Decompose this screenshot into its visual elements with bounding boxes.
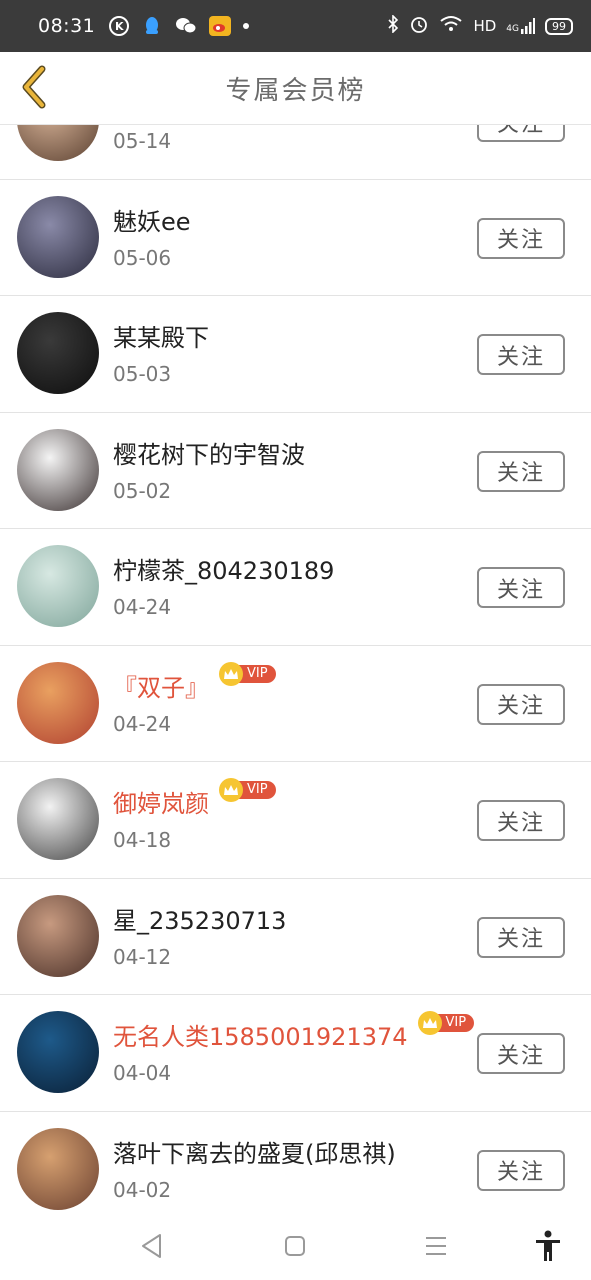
nav-accessibility-button[interactable] [532, 1230, 564, 1262]
k-app-icon: K [109, 16, 130, 36]
weibo-icon [209, 15, 232, 37]
member-row[interactable]: 星_235230713 04-12 关注 [0, 879, 591, 995]
follow-button[interactable]: 关注 [477, 916, 565, 958]
member-name[interactable]: 无名人类1585001921374 VIP [113, 1011, 475, 1052]
member-row[interactable]: 某某殿下 05-03 关注 [0, 296, 591, 413]
chevron-left-icon [22, 65, 46, 109]
member-name-text: 落叶下离去的盛夏(邱思祺) [113, 1139, 396, 1168]
status-bar: 08:31 K HD 4G 99 [0, 0, 591, 52]
member-name[interactable]: 落叶下离去的盛夏(邱思祺) [113, 1134, 396, 1169]
member-date: 04-12 [113, 944, 172, 969]
member-date: 04-18 [113, 828, 172, 852]
wechat-icon [175, 15, 197, 37]
crown-icon [219, 778, 243, 802]
member-row[interactable]: 柠檬茶_804230189 04-24 关注 [0, 529, 591, 646]
avatar[interactable] [17, 1127, 99, 1210]
network-type: HD [473, 17, 497, 35]
member-date: 04-02 [113, 1177, 172, 1202]
follow-button[interactable]: 关注 [477, 334, 565, 375]
member-name-text: 『双子』 [113, 673, 209, 702]
page-title: 专属会员榜 [225, 75, 366, 106]
vip-badge: VIP [219, 778, 276, 802]
avatar[interactable] [17, 661, 99, 744]
avatar[interactable] [17, 778, 99, 860]
avatar[interactable] [17, 894, 99, 977]
wifi-icon [439, 15, 463, 37]
member-name[interactable]: 樱花树下的宇智波 [113, 435, 305, 470]
crown-icon [417, 1011, 442, 1035]
battery-icon: 99 [545, 17, 573, 35]
member-name-text: 某某殿下 [113, 324, 209, 352]
follow-button[interactable]: 关注 [477, 1149, 565, 1191]
nav-back-button[interactable] [136, 1230, 168, 1262]
member-name-text: 柠檬茶_804230189 [113, 557, 335, 585]
system-status-icons: HD 4G 99 [387, 14, 573, 38]
signal-icon: 4G [506, 18, 535, 34]
avatar[interactable] [17, 125, 99, 161]
avatar[interactable] [17, 428, 99, 511]
notification-icons: K [109, 15, 250, 37]
member-name[interactable]: 魅妖ee [113, 202, 191, 237]
triangle-back-icon [142, 1234, 161, 1258]
follow-button[interactable]: 关注 [477, 217, 565, 259]
member-row[interactable]: 无名人类1585001921374 VIP 04-04 关注 [0, 995, 591, 1112]
member-name-text: 星_235230713 [113, 906, 287, 935]
nav-home-button[interactable] [279, 1230, 311, 1262]
follow-button[interactable]: 关注 [477, 1033, 565, 1074]
member-name[interactable]: 御婷岚颜 VIP [113, 778, 276, 819]
avatar[interactable] [17, 195, 99, 278]
system-nav-bar [0, 1212, 591, 1280]
follow-button[interactable]: 关注 [477, 125, 565, 142]
member-date: 04-24 [113, 711, 172, 736]
member-date: 05-06 [113, 245, 172, 270]
back-button[interactable] [10, 64, 56, 110]
member-row[interactable]: 魅妖ee 05-06 关注 [0, 180, 591, 296]
member-row[interactable]: 落叶下离去的盛夏(邱思祺) 04-02 关注 [0, 1112, 591, 1213]
bluetooth-icon [387, 14, 399, 37]
member-name-text: 樱花树下的宇智波 [113, 440, 305, 469]
member-row[interactable]: 御婷岚颜 VIP 04-18 关注 [0, 762, 591, 879]
member-row[interactable]: 05-14 关注 [0, 125, 591, 180]
member-list[interactable]: 05-14关注魅妖ee05-06关注某某殿下05-03关注樱花树下的宇智波05-… [0, 125, 591, 1212]
menu-icon [426, 1237, 446, 1255]
member-date: 05-14 [113, 129, 172, 153]
member-date: 04-24 [113, 595, 172, 619]
more-notifications-dot [243, 23, 250, 29]
member-name[interactable]: 星_235230713 [113, 901, 286, 936]
avatar[interactable] [17, 1011, 99, 1093]
member-name[interactable]: 『双子』 VIP [113, 661, 276, 703]
follow-button[interactable]: 关注 [477, 800, 565, 841]
vip-badge: VIP [219, 661, 276, 686]
follow-button[interactable]: 关注 [477, 450, 565, 492]
member-name[interactable]: 某某殿下 [113, 318, 209, 353]
avatar[interactable] [17, 545, 99, 627]
member-row[interactable]: 樱花树下的宇智波 05-02 关注 [0, 413, 591, 529]
page-header: 专属会员榜 [0, 52, 591, 125]
member-name-text: 魅妖ee [113, 207, 191, 236]
square-home-icon [285, 1236, 305, 1256]
member-date: 05-03 [113, 362, 172, 386]
member-name-text: 无名人类1585001921374 [113, 1023, 408, 1051]
accessibility-icon [536, 1230, 560, 1261]
member-name-text: 御婷岚颜 [113, 790, 209, 818]
nav-menu-button[interactable] [420, 1230, 452, 1262]
avatar[interactable] [17, 312, 99, 394]
qq-icon [141, 15, 163, 37]
member-row[interactable]: 『双子』 VIP 04-24 关注 [0, 646, 591, 762]
follow-button[interactable]: 关注 [477, 683, 565, 725]
member-date: 04-04 [113, 1061, 172, 1085]
member-date: 05-02 [113, 478, 172, 503]
crown-icon [219, 661, 243, 686]
status-time: 08:31 [38, 15, 96, 37]
alarm-icon [409, 14, 429, 38]
member-name[interactable]: 柠檬茶_804230189 [113, 551, 334, 586]
vip-badge: VIP [417, 1011, 475, 1035]
follow-button[interactable]: 关注 [477, 567, 565, 608]
